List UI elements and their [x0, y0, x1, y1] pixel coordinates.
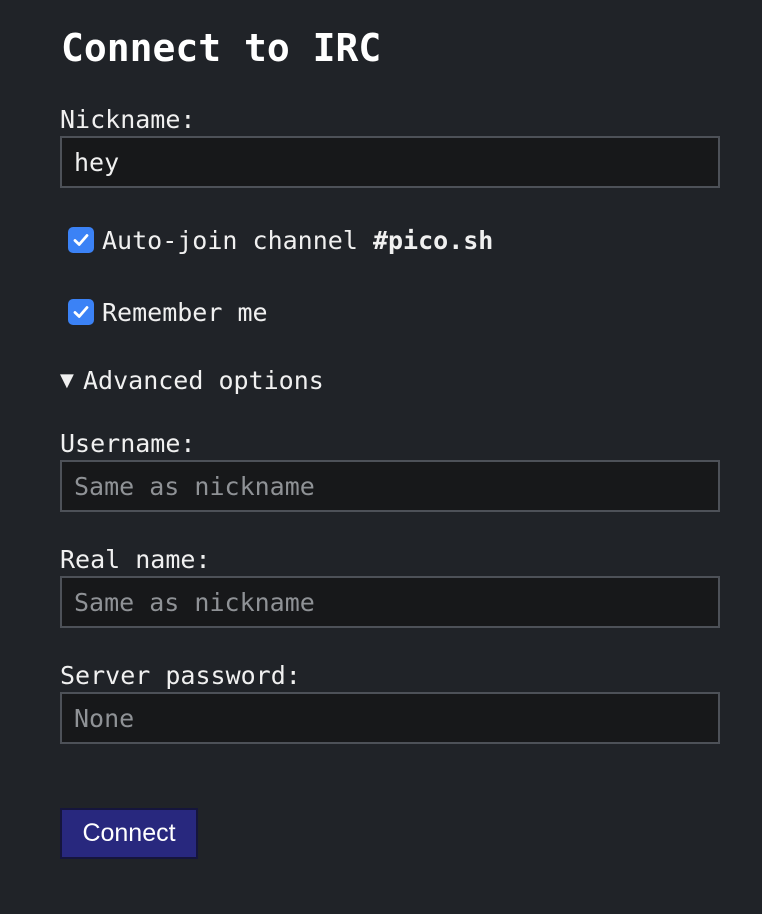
checkmark-icon [73, 306, 89, 318]
channel-name: #pico.sh [372, 225, 494, 255]
username-label: Username: [60, 429, 196, 458]
realname-input[interactable] [60, 576, 720, 628]
auto-join-label: Auto-join channel #pico.sh [102, 226, 493, 255]
remember-me-checkbox[interactable] [68, 299, 94, 325]
advanced-options-label: Advanced options [83, 365, 324, 395]
auto-join-checkbox[interactable] [68, 227, 94, 253]
remember-me-row[interactable]: Remember me [68, 296, 268, 328]
auto-join-row[interactable]: Auto-join channel #pico.sh [68, 224, 493, 256]
advanced-options-toggle[interactable]: ▼ Advanced options [60, 364, 324, 396]
connect-form: Connect to IRC Nickname: Auto-join chann… [0, 0, 762, 914]
password-label: Server password: [60, 661, 301, 690]
auto-join-label-text: Auto-join channel [102, 225, 373, 255]
server-password-input[interactable] [60, 692, 720, 744]
triangle-down-icon: ▼ [60, 369, 74, 391]
page-title: Connect to IRC [61, 26, 382, 70]
nickname-input[interactable] [60, 136, 720, 188]
username-input[interactable] [60, 460, 720, 512]
nickname-label: Nickname: [60, 105, 196, 134]
remember-me-label: Remember me [102, 297, 268, 327]
realname-label: Real name: [60, 545, 211, 574]
checkmark-icon [73, 234, 89, 246]
connect-button[interactable]: Connect [60, 808, 198, 859]
